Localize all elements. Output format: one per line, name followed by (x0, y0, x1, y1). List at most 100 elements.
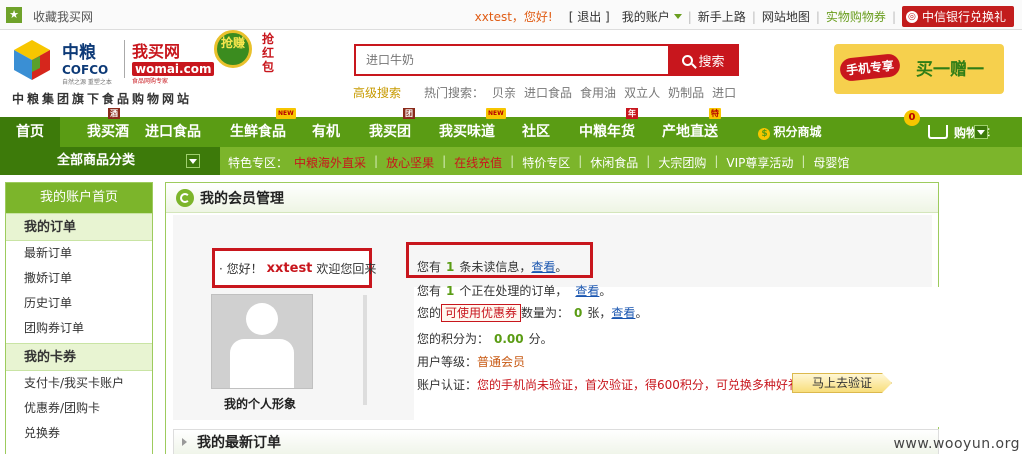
cofco-small: 自然之源 重塑之本 (62, 79, 112, 86)
search-button-label: 搜索 (698, 54, 725, 70)
hot-search-label: 热门搜索： (424, 86, 485, 100)
citic-label: 中信银行兑换礼 (921, 10, 1006, 24)
search-input[interactable] (356, 46, 668, 74)
all-categories-label: 全部商品分类 (57, 153, 136, 168)
nav-fresh[interactable]: 生鲜食品 NEW (228, 108, 296, 147)
greet-username: xxtest (266, 260, 313, 276)
hongbao-icon[interactable]: 抢赚 (214, 30, 252, 68)
banner-text: 买一赠一 (916, 60, 984, 80)
tagline: 中粮集团旗下食品购物网站 (12, 92, 193, 106)
promo-banner[interactable]: 手机专享 买一赠一 (834, 44, 1004, 94)
orders-b: 个正在处理的订单， (459, 284, 568, 298)
sitemap-link[interactable]: 网站地图 (762, 8, 810, 25)
wine-badge: 酒 (108, 108, 120, 119)
group-badge: 团 (403, 108, 415, 119)
hot-term[interactable]: 双立人 (624, 84, 660, 101)
unread-a: 您有 (417, 260, 442, 274)
my-account-menu[interactable]: 我的账户 (622, 8, 682, 25)
sub-link[interactable]: 大宗团购 (658, 154, 706, 171)
latest-orders-header[interactable]: 我的最新订单 (173, 429, 939, 454)
sub-link[interactable]: 母婴馆 (813, 154, 849, 171)
hot-term[interactable]: 进口 (712, 84, 736, 101)
nav-group[interactable]: 我买团 团 (367, 108, 415, 147)
sub-link[interactable]: 在线充值 (454, 154, 502, 171)
nav-home[interactable]: 首页 (0, 117, 60, 147)
nav-newyear-label: 中粮年货 (579, 124, 635, 140)
favorite-link[interactable]: 收藏我买网 (33, 8, 93, 25)
star-icon[interactable]: ★ (6, 7, 22, 23)
nav-wine[interactable]: 我买酒 酒 (72, 108, 144, 147)
cart-icon (927, 125, 948, 139)
nav-points-mall[interactable]: $ 积分商城 (757, 117, 823, 147)
logo-divider (124, 40, 125, 78)
nav-community[interactable]: 社区 (520, 117, 552, 147)
sub-link[interactable]: 特价专区 (522, 154, 570, 171)
view-messages-link[interactable]: 查看 (531, 260, 555, 274)
sidebar-item-pay-card[interactable]: 支付卡/我买卡账户 (6, 371, 152, 396)
coupon-a: 您的 (417, 306, 442, 320)
cofco-logo[interactable]: 中粮 COFCO 自然之源 重塑之本 (62, 38, 112, 86)
sidebar-item-vouchers[interactable]: 兑换券 (6, 421, 152, 446)
sub-link[interactable]: 休闲食品 (590, 154, 638, 171)
greeting-box: · 您好！ xxtest 欢迎您回来 (212, 248, 376, 288)
sidebar-item-latest-orders[interactable]: 最新订单 (6, 241, 152, 266)
coupon-b: 数量为： (521, 306, 570, 320)
period: 。 (599, 284, 612, 298)
hot-term[interactable]: 贝亲 (492, 84, 516, 101)
top-bar: ★ 收藏我买网 xxtest，您好! [ 退出 ] 我的账户 | 新手上路 | … (0, 0, 1022, 30)
search-button[interactable]: 搜索 (668, 44, 739, 76)
hot-term[interactable]: 奶制品 (668, 84, 704, 101)
my-account-label: 我的账户 (621, 10, 670, 24)
all-categories-button[interactable]: 全部商品分类 (0, 147, 220, 175)
sub-link[interactable]: 中粮海外直采 (294, 154, 366, 171)
physical-coupon-link[interactable]: 实物购物券 (826, 8, 886, 25)
womai-logo[interactable]: 我买网 womai.com 食品网购专家 (132, 38, 215, 85)
advanced-search-link[interactable]: 高级搜索 (353, 84, 401, 101)
womai-cn: 我买网 (132, 42, 181, 61)
greet-suffix: 欢迎您回来 (316, 261, 377, 276)
verify-button[interactable]: 马上去验证 (792, 373, 892, 393)
nav-wine-label: 我买酒 (87, 124, 129, 140)
cart-dropdown-icon[interactable] (974, 125, 988, 139)
nav-direct[interactable]: 产地直送 特 (661, 108, 721, 147)
view-coupons-link[interactable]: 查看 (611, 306, 635, 320)
cofco-logo-icon[interactable] (10, 38, 54, 82)
unread-count: 1 (446, 260, 455, 274)
nav-newyear[interactable]: 中粮年货 年 (578, 108, 638, 147)
hot-term[interactable]: 食用油 (580, 84, 616, 101)
sidebar-item-coupons[interactable]: 优惠券/团购卡 (6, 396, 152, 421)
sidebar-item-history-orders[interactable]: 历史订单 (6, 291, 152, 316)
sub-link[interactable]: 放心坚果 (386, 154, 434, 171)
special-links: 中粮海外直采 | 放心坚果 | 在线充值 | 特价专区 | 休闲食品 | 大宗团购 | VI… (294, 154, 850, 171)
latest-orders-title: 我的最新订单 (197, 435, 281, 451)
newbie-link[interactable]: 新手上路 (698, 8, 746, 25)
sidebar-section-orders: 我的订单 (6, 213, 152, 241)
citic-link[interactable]: ◎ 中信银行兑换礼 (901, 6, 1014, 27)
view-orders-link[interactable]: 查看 (575, 284, 599, 298)
nav-fresh-label: 生鲜食品 (230, 124, 286, 140)
top-greeting: ，您好! (511, 10, 553, 24)
account-sidebar: 我的账户首页 我的订单 最新订单 撒娇订单 历史订单 团购券订单 我的卡券 支付… (5, 182, 153, 454)
nav-taste-label: 我买味道 (439, 124, 495, 140)
sidebar-item-group-coupon-orders[interactable]: 团购券订单 (6, 316, 152, 341)
logout-link[interactable]: [ 退出 ] (569, 8, 610, 25)
hot-term[interactable]: 进口食品 (524, 84, 572, 101)
banner-tag: 手机专享 (838, 52, 902, 83)
points-info: 您的积分为： 0.00 分。 (417, 330, 553, 347)
nav-organic[interactable]: 有机 (311, 117, 341, 147)
hongbao-label[interactable]: 抢红包 (262, 32, 276, 74)
new-badge: NEW (276, 108, 296, 119)
sub-link[interactable]: VIP尊享活动 (726, 154, 793, 171)
level-info: 用户等级：普通会员 (417, 353, 525, 370)
avatar[interactable] (211, 294, 313, 389)
nav-taste[interactable]: 我买味道 NEW (438, 108, 506, 147)
coupon-info: 您的 可使用优惠券 数量为： 0 张，查看。 (417, 304, 647, 322)
cart-count: 0 (904, 110, 920, 126)
cofco-cn: 中粮 (62, 43, 96, 63)
sidebar-item-coquettish-orders[interactable]: 撒娇订单 (6, 266, 152, 291)
coupon-tag[interactable]: 可使用优惠券 (441, 304, 522, 322)
nav-imported[interactable]: 进口食品 (144, 117, 202, 147)
citic-logo-icon: ◎ (905, 10, 918, 23)
orders-count: 1 (446, 284, 455, 298)
sidebar-item-account-home[interactable]: 我的账户首页 (6, 183, 152, 213)
